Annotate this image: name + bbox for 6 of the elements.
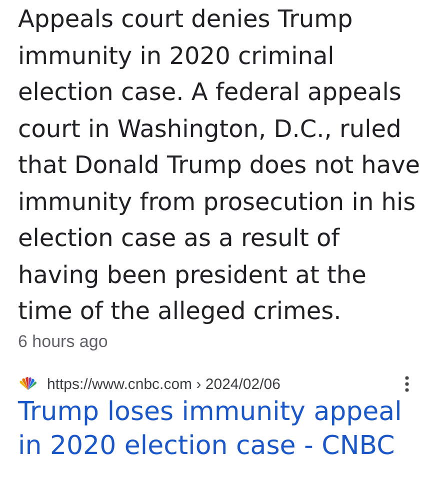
news-snippet: Appeals court denies Trump immunity in 2020 criminal election case. A federal appeals court in Washington, D.C., ruled that Donald Trump does not have immunity from prosecution in his election case as a result of having been president at the time of the alleged crimes. [18,4,421,327]
result-title-link[interactable]: Trump loses immunity appeal in 2020 election case - CNBC [18,394,421,462]
timestamp: 6 hours ago [18,332,109,352]
result-url: https://www.cnbc.com › 2024/02/06 [47,376,282,392]
peacock-icon [18,377,38,391]
more-options-icon[interactable] [405,376,409,392]
